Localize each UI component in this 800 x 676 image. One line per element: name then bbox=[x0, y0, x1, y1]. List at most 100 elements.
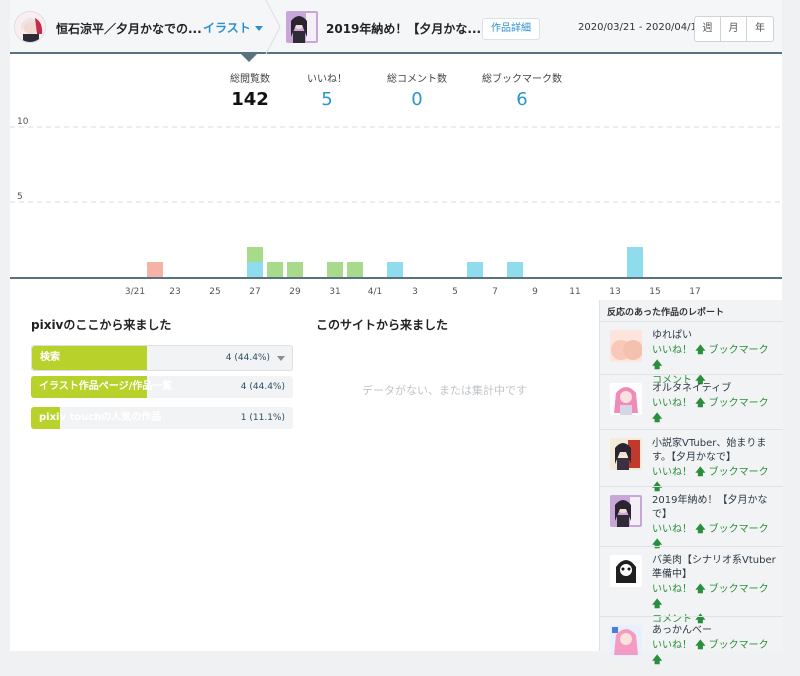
chart-x-tick-label: 3/21 bbox=[125, 287, 145, 297]
chart-x-tick-label: 31 bbox=[329, 287, 340, 297]
chart-bar bbox=[247, 247, 263, 262]
stat-views-value: 142 bbox=[231, 89, 269, 110]
reaction-work-title[interactable]: 2019年納め！【夕月かなで】 bbox=[652, 494, 777, 522]
chart-x-tick-label: 11 bbox=[569, 287, 580, 297]
chart-bar bbox=[467, 262, 483, 277]
reaction-item[interactable]: ゆれぱい いいね！ 🡅 ブックマーク 🡅 コメント 🡅 bbox=[600, 321, 783, 386]
stat-comments-value: 0 bbox=[411, 89, 423, 110]
reaction-work-title[interactable]: あっかんべー bbox=[652, 624, 777, 638]
reaction-thumbnail[interactable] bbox=[610, 555, 642, 587]
date-range: 2020/03/21 - 2020/04/17 bbox=[578, 22, 704, 33]
referrer-count: 4 (44.4%) bbox=[225, 353, 270, 363]
reaction-like: いいね！ 🡅 bbox=[652, 584, 706, 595]
user-name[interactable]: 恒石涼平／夕月かなでの... bbox=[56, 20, 202, 37]
chart-bar bbox=[507, 262, 523, 277]
reaction-report-title: 反応のあった作品のレポート bbox=[607, 308, 725, 318]
work-type-dropdown[interactable]: イラスト bbox=[203, 19, 263, 36]
chart-bar bbox=[327, 262, 343, 277]
reaction-item[interactable]: オルタネイティブ いいね！ 🡅 ブックマーク 🡅 bbox=[600, 374, 783, 429]
chart-x-tick-label: 15 bbox=[649, 287, 660, 297]
reaction-item[interactable]: バ美肉【シナリオ系Vtuber準備中】 いいね！ 🡅 ブックマーク 🡅 コメント 🡅 bbox=[600, 546, 783, 625]
chart-y-tick-label: 5 bbox=[17, 192, 23, 202]
referrer-title: pixivのここから来ました bbox=[31, 318, 172, 332]
header-bar: 恒石涼平／夕月かなでの... イラスト 2019年納め！【夕月かな... 作品詳… bbox=[10, 0, 782, 54]
arrow-up-icon: 🡅 bbox=[695, 467, 706, 478]
reaction-thumbnail[interactable] bbox=[610, 625, 642, 657]
stat-views: 総閲覧数 142 bbox=[220, 70, 280, 110]
stat-comments: 総コメント数 0 bbox=[382, 70, 452, 110]
chart-y-tick-label: 10 bbox=[17, 117, 29, 127]
stat-bookmarks-label: 総ブックマーク数 bbox=[482, 74, 562, 85]
reaction-thumbnail[interactable] bbox=[610, 495, 642, 527]
period-selector: 週 月 年 bbox=[694, 16, 774, 42]
chart-bar bbox=[247, 262, 263, 277]
reaction-work-title[interactable]: ゆれぱい bbox=[652, 329, 777, 343]
chart-x-tick-label: 9 bbox=[532, 287, 538, 297]
referrer-label: イラスト作品ページ/作品一覧 bbox=[39, 381, 173, 392]
reaction-badges: いいね！ 🡅 ブックマーク 🡅 bbox=[652, 638, 777, 668]
reaction-item[interactable]: あっかんべー いいね！ 🡅 ブックマーク 🡅 bbox=[600, 616, 783, 676]
arrow-up-icon: 🡅 bbox=[695, 640, 706, 651]
arrow-up-icon: 🡅 bbox=[695, 524, 706, 535]
referrer-row[interactable]: 検索 4 (44.4%) bbox=[31, 345, 293, 371]
arrow-up-icon: 🡅 bbox=[652, 655, 663, 666]
work-thumbnail[interactable] bbox=[286, 11, 318, 43]
arrow-up-icon: 🡅 bbox=[652, 413, 663, 424]
work-type-label: イラスト bbox=[203, 21, 251, 35]
reaction-text: 2019年納め！【夕月かなで】 いいね！ 🡅 ブックマーク 🡅 bbox=[652, 494, 777, 552]
reaction-report-panel: 反応のあった作品のレポート ゆれぱい いいね！ 🡅 ブックマーク 🡅 コメント 🡅 オ… bbox=[599, 300, 783, 666]
arrow-up-icon: 🡅 bbox=[695, 584, 706, 595]
work-detail-button[interactable]: 作品詳細 bbox=[482, 18, 540, 40]
chart-x-tick-label: 7 bbox=[492, 287, 498, 297]
chart-x-tick-label: 27 bbox=[249, 287, 260, 297]
external-empty-text: データがない、または集計中です bbox=[362, 384, 527, 397]
period-month-button[interactable]: 月 bbox=[721, 17, 747, 41]
reaction-like: いいね！ 🡅 bbox=[652, 524, 706, 535]
chart-bar bbox=[147, 262, 163, 277]
chart-bar bbox=[267, 262, 283, 277]
chart-x-tick-label: 29 bbox=[289, 287, 301, 297]
chart-x-tick-label: 5 bbox=[452, 287, 458, 297]
reaction-work-title[interactable]: 小説家VTuber、始まります。【夕月かなで】 bbox=[652, 437, 777, 465]
chart-bar bbox=[287, 262, 303, 277]
chart-bar bbox=[627, 247, 643, 277]
reaction-work-title[interactable]: バ美肉【シナリオ系Vtuber準備中】 bbox=[652, 554, 777, 582]
reaction-item[interactable]: 2019年納め！【夕月かなで】 いいね！ 🡅 ブックマーク 🡅 bbox=[600, 486, 783, 550]
stat-likes-label: いいね！ bbox=[307, 74, 347, 85]
chart-x-tick-label: 23 bbox=[169, 287, 180, 297]
stat-views-label: 総閲覧数 bbox=[230, 74, 270, 85]
reaction-thumbnail[interactable] bbox=[610, 383, 642, 415]
analytics-page: 恒石涼平／夕月かなでの... イラスト 2019年納め！【夕月かな... 作品詳… bbox=[10, 0, 783, 666]
arrow-up-icon: 🡅 bbox=[695, 345, 706, 356]
stat-likes: いいね！ 5 bbox=[300, 70, 354, 110]
reaction-work-title[interactable]: オルタネイティブ bbox=[652, 382, 777, 396]
chart-x-tick-label: 3 bbox=[412, 287, 418, 297]
chart-x-tick-label: 17 bbox=[689, 287, 700, 297]
chart-x-tick-label: 4/1 bbox=[368, 287, 382, 297]
referrer-count: 4 (44.4%) bbox=[240, 382, 285, 392]
chevron-down-icon bbox=[254, 26, 263, 31]
referrer-row[interactable]: pixiv touchの人気の作品 1 (11.1%) bbox=[31, 407, 293, 429]
reaction-like: いいね！ 🡅 bbox=[652, 345, 706, 356]
reaction-thumbnail[interactable] bbox=[610, 330, 642, 362]
referrer-row[interactable]: イラスト作品ページ/作品一覧 4 (44.4%) bbox=[31, 376, 293, 398]
chart-x-tick-label: 13 bbox=[609, 287, 620, 297]
stat-bookmarks: 総ブックマーク数 6 bbox=[476, 70, 568, 110]
breadcrumb-separator bbox=[265, 0, 281, 54]
reaction-item[interactable]: 小説家VTuber、始まります。【夕月かなで】 いいね！ 🡅 ブックマーク 🡅 bbox=[600, 429, 783, 493]
period-week-button[interactable]: 週 bbox=[695, 17, 721, 41]
user-avatar[interactable] bbox=[14, 11, 46, 43]
reaction-text: オルタネイティブ いいね！ 🡅 ブックマーク 🡅 bbox=[652, 382, 777, 426]
period-year-button[interactable]: 年 bbox=[747, 17, 773, 41]
arrow-up-icon: 🡅 bbox=[652, 360, 663, 371]
reaction-like: いいね！ 🡅 bbox=[652, 467, 706, 478]
selected-work-pointer bbox=[241, 54, 257, 62]
work-title[interactable]: 2019年納め！【夕月かな... bbox=[326, 20, 481, 37]
reaction-like: いいね！ 🡅 bbox=[652, 640, 706, 651]
external-title: このサイトから来ました bbox=[316, 318, 449, 332]
chevron-down-icon[interactable] bbox=[277, 356, 285, 361]
stat-bookmarks-value: 6 bbox=[516, 89, 528, 110]
reaction-badges: いいね！ 🡅 ブックマーク 🡅 bbox=[652, 396, 777, 426]
reaction-thumbnail[interactable] bbox=[610, 438, 642, 470]
daily-views-chart: 10 5 3/21 23 25 27 29 31 4/1 3 5 7 9 11 13 15 17 bbox=[10, 117, 782, 297]
